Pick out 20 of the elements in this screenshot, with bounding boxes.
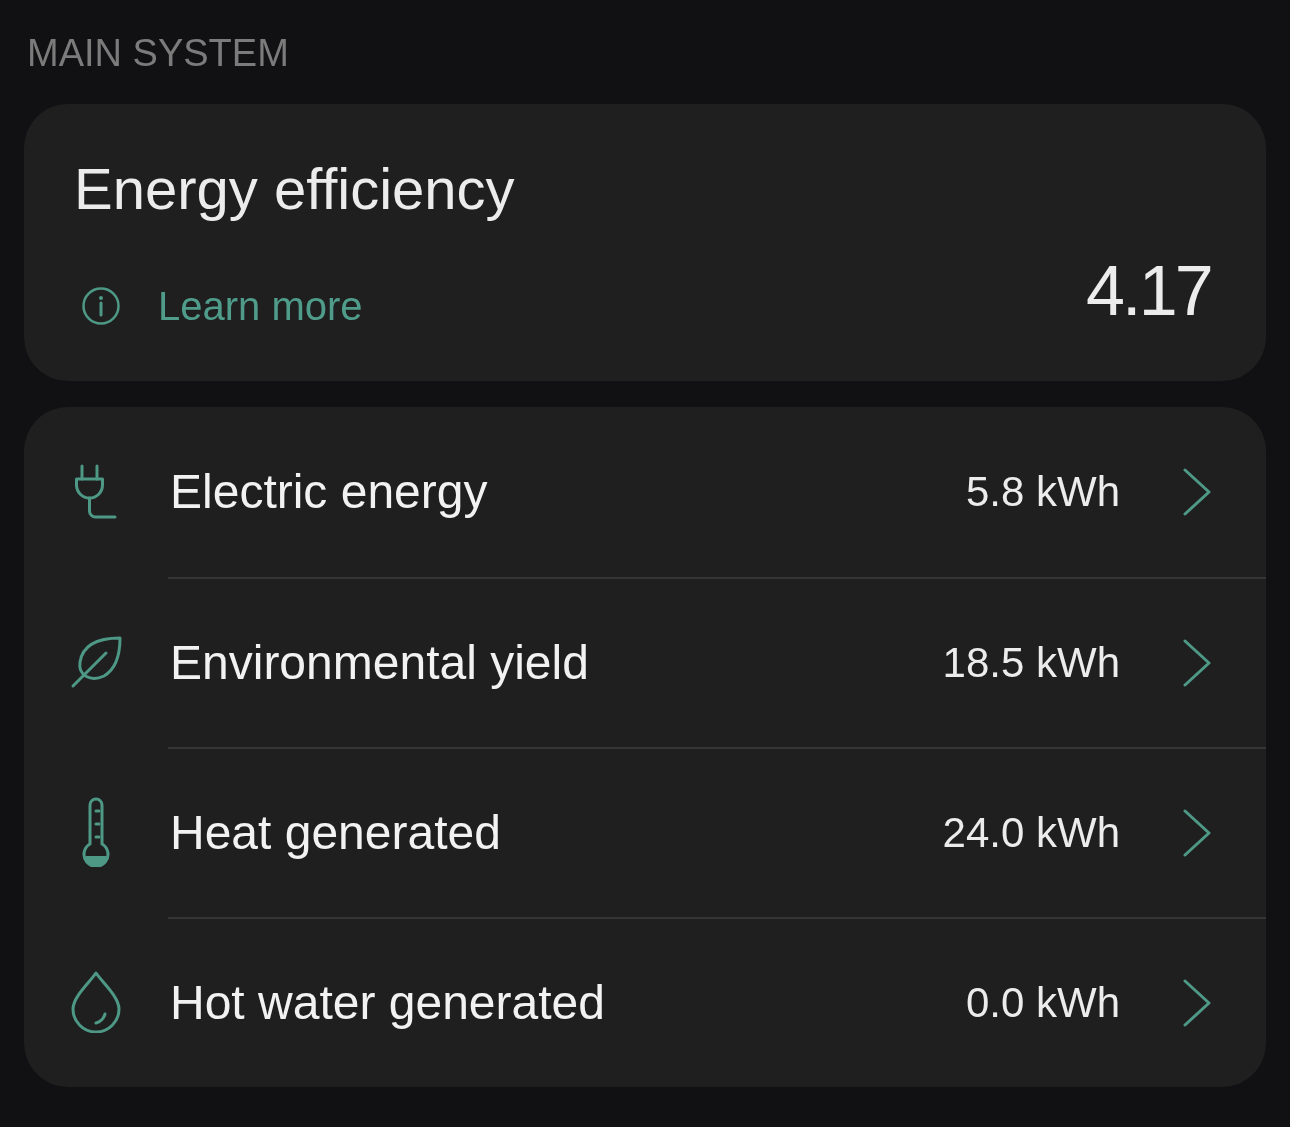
chevron-icon[interactable] <box>1183 468 1211 516</box>
section-title: MAIN SYSTEM <box>27 34 289 72</box>
plug-icon <box>75 464 117 520</box>
drop-icon <box>71 971 121 1033</box>
row-value: 18.5 kWh <box>942 642 1120 684</box>
row-label: Heat generated <box>170 809 501 857</box>
row-value: 24.0 kWh <box>942 812 1120 854</box>
row-label: Environmental yield <box>170 639 589 687</box>
leaf-icon <box>70 635 122 689</box>
row-label: Electric energy <box>170 468 488 516</box>
chevron-icon[interactable] <box>1183 809 1211 857</box>
row-label: Hot water generated <box>170 979 605 1027</box>
info-icon[interactable] <box>82 286 120 325</box>
thermometer-icon <box>82 797 110 867</box>
learn-more-link[interactable]: Learn more <box>158 286 363 326</box>
efficiency-value: 4.17 <box>1085 256 1211 326</box>
row-value: 5.8 kWh <box>965 471 1120 513</box>
row-value: 0.0 kWh <box>965 982 1120 1024</box>
chevron-icon[interactable] <box>1183 979 1211 1027</box>
chevron-icon[interactable] <box>1183 639 1211 687</box>
